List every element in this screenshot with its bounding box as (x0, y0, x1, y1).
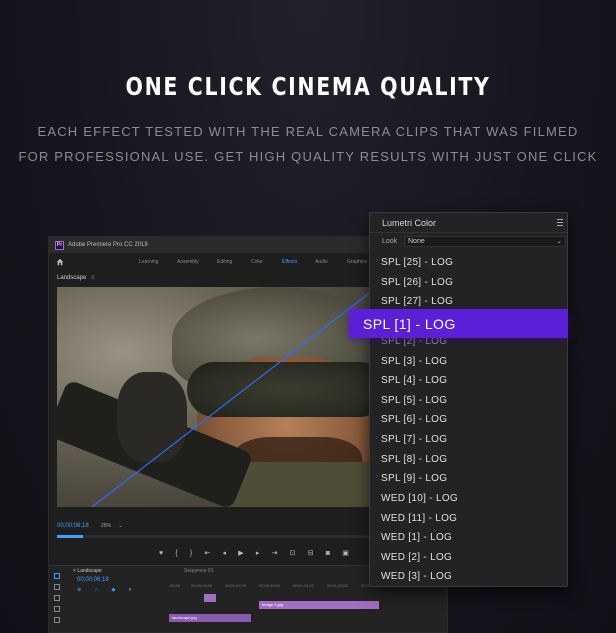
lumetri-title: Lumetri Color (382, 217, 437, 228)
compare-icon[interactable]: ▣ (342, 549, 349, 557)
panel-menu-icon[interactable]: ≡ (91, 275, 95, 281)
sequence-name: Sequence 01 (184, 568, 214, 574)
marker-icon[interactable]: ♥ (159, 550, 163, 557)
program-monitor-title[interactable]: Landscape ≡ (57, 275, 95, 281)
extract-icon[interactable]: ⊟ (308, 549, 314, 557)
track-option-icons[interactable]: ⊕ ∩ ◆ ▾ (77, 587, 137, 593)
workspace-tab-editing[interactable]: Editing (217, 259, 232, 265)
lumetri-color-panel: Lumetri Color Look None ⌄ SPL [25] - LOG… (369, 212, 568, 587)
subheadline-line-1: EACH EFFECT TESTED WITH THE REAL CAMERA … (37, 124, 579, 139)
step-forward-icon[interactable]: ▸ (256, 549, 260, 557)
timeline-clip[interactable]: landscape.jpg (169, 614, 251, 622)
panel-menu-icon[interactable] (557, 219, 563, 226)
timeline-tab-label: Landscape (77, 568, 102, 574)
look-option[interactable]: SPL [26] - LOG (381, 273, 453, 292)
selection-tool-icon[interactable] (54, 573, 60, 579)
timeline-clip[interactable] (204, 594, 216, 602)
look-option[interactable]: WED [10] - LOG (381, 489, 458, 508)
look-option[interactable]: WED [3] - LOG (381, 567, 452, 586)
ruler-tick: 00;00;16;00 (191, 583, 213, 588)
selected-look-label: SPL [1] - LOG (363, 315, 456, 332)
timeline-clip[interactable]: Image 1.jpg (259, 601, 379, 609)
play-icon[interactable]: ▶ (238, 549, 243, 557)
scrubber-progress (57, 535, 83, 538)
go-to-in-icon[interactable]: ⇤ (204, 549, 210, 557)
ruler-tick: 00;01;04;02 (293, 583, 315, 588)
selected-look-option[interactable]: SPL [1] - LOG (349, 309, 568, 338)
ruler-tick: 00;0 (361, 583, 369, 588)
workspace-tab-audio[interactable]: Audio (315, 259, 328, 265)
slip-tool-icon[interactable] (54, 617, 60, 623)
workspace-tab-color[interactable]: Color (251, 259, 263, 265)
timeline-timecode[interactable]: 00;00;06;18 (77, 577, 109, 583)
chevron-down-icon: ⌄ (556, 238, 562, 245)
look-option[interactable]: WED [1] - LOG (381, 528, 452, 547)
workspace-tab-effects[interactable]: Effects (282, 259, 297, 265)
workspace-tab-assembly[interactable]: Assembly (177, 259, 199, 265)
program-monitor-video[interactable] (57, 287, 387, 507)
mark-in-icon[interactable]: { (175, 550, 177, 557)
transport-controls: ♥ { } ⇤ ◂ ▶ ▸ ⇥ ⊡ ⊟ ◙ ▣ (159, 547, 349, 559)
subheadline-line-2: FOR PROFESSIONAL USE. GET HIGH QUALITY R… (18, 149, 598, 164)
home-icon[interactable] (56, 258, 64, 266)
look-option[interactable]: WED [11] - LOG (381, 509, 457, 528)
look-row: Look None ⌄ (370, 235, 567, 249)
zoom-select[interactable]: 25% ⌄ (101, 523, 123, 529)
look-option[interactable]: SPL [5] - LOG (381, 391, 447, 410)
curve-line (91, 287, 378, 507)
look-dropdown[interactable]: None ⌄ (404, 236, 566, 247)
look-option[interactable]: SPL [7] - LOG (381, 430, 447, 449)
zoom-value: 25% (101, 523, 112, 529)
window-title: Adobe Premiere Pro CC 2019 (68, 242, 148, 248)
look-dropdown-value: None (408, 238, 425, 245)
camera-icon[interactable]: ◙ (326, 550, 330, 557)
ruler-tick: 00;01;20;02 (327, 583, 349, 588)
look-option[interactable]: SPL [25] - LOG (381, 253, 453, 272)
step-back-icon[interactable]: ◂ (223, 549, 227, 557)
monitor-scrubber[interactable] (57, 535, 377, 538)
ruler-tick: :00;00 (169, 583, 181, 588)
track-select-tool-icon[interactable] (54, 584, 60, 590)
look-option[interactable]: SPL [3] - LOG (381, 352, 447, 371)
premiere-logo-icon: Pr (55, 240, 64, 250)
playhead-timecode[interactable]: 00;00;06;18 (57, 523, 89, 529)
tools-panel (54, 573, 64, 632)
ruler-tick: 00;00;32;00 (225, 583, 247, 588)
mark-out-icon[interactable]: } (190, 550, 192, 557)
look-option[interactable]: SPL [9] - LOG (381, 469, 447, 488)
go-to-out-icon[interactable]: ⇥ (272, 549, 278, 557)
look-label: Look (382, 238, 398, 245)
ripple-tool-icon[interactable] (54, 595, 60, 601)
look-option[interactable]: WED [2] - LOG (381, 548, 452, 567)
timeline-tab[interactable]: × Landscape (73, 568, 102, 574)
workspace-tab-learning[interactable]: Learning (139, 259, 158, 265)
look-option[interactable]: SPL [6] - LOG (381, 410, 447, 429)
razor-tool-icon[interactable] (54, 606, 60, 612)
workspace-tab-graphics[interactable]: Graphics (347, 259, 367, 265)
headline: ONE CLICK CINEMA QUALITY (125, 72, 491, 101)
chevron-down-icon: ⌄ (118, 523, 123, 529)
lumetri-header: Lumetri Color (370, 213, 567, 233)
program-monitor-label: Landscape (57, 275, 87, 281)
ruler-tick: 00;00;48;00 (259, 583, 281, 588)
look-option[interactable]: SPL [4] - LOG (381, 371, 447, 390)
look-option[interactable]: SPL [8] - LOG (381, 450, 447, 469)
lift-icon[interactable]: ⊡ (290, 549, 296, 557)
